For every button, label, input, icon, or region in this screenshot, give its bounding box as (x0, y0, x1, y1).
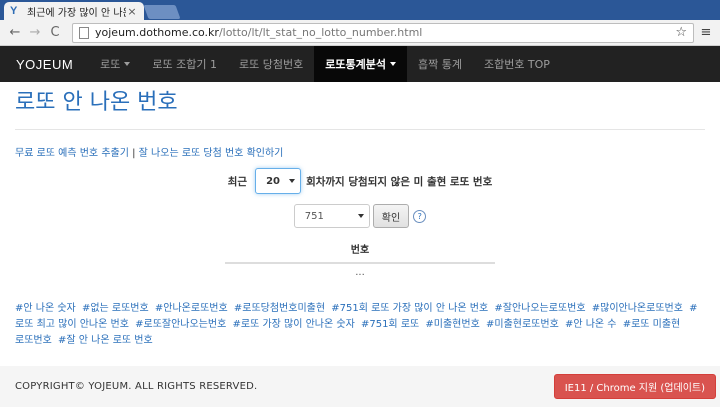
hashtag-link[interactable]: #없는 로또번호 (82, 303, 149, 314)
confirm-button[interactable]: 확인 (372, 204, 410, 228)
brand-logo[interactable]: YOJEUM (0, 46, 89, 82)
browser-menu-icon[interactable]: ≡ (698, 25, 714, 40)
bookmark-star-icon[interactable]: ☆ (675, 25, 687, 40)
back-icon[interactable]: ← (6, 25, 24, 40)
url-path: /lotto/lt/lt_stat_no_lotto_number.html (218, 26, 423, 39)
hashtag-link[interactable]: #안나온로또번호 (155, 303, 228, 314)
numbers-table: 번호 ... (225, 241, 495, 278)
chevron-down-icon (289, 179, 296, 183)
round-row: 751 확인 ? (15, 204, 705, 228)
forward-icon[interactable]: → (26, 25, 44, 40)
predict-link[interactable]: 무료 로또 예측 번호 추출기 (15, 148, 129, 159)
hashtag-link[interactable]: #로또당첨번호미출현 (234, 303, 325, 314)
browser-support-button[interactable]: IE11 / Chrome 지원 (업데이트) (553, 374, 716, 399)
nav-item-combo-top[interactable]: 조합번호 TOP (473, 46, 561, 82)
filter-suffix: 회차까지 당첨되지 않은 미 출현 로또 번호 (306, 175, 493, 188)
table-row: ... (355, 267, 365, 278)
url-input[interactable]: yojeum.dothome.co.kr/lotto/lt/lt_stat_no… (72, 22, 694, 43)
url-domain: yojeum.dothome.co.kr (95, 26, 219, 39)
hashtag-link[interactable]: #로또잘안나오는번호 (135, 319, 226, 330)
round-value: 751 (304, 210, 324, 222)
hashtag-link[interactable]: #잘안나오는로또번호 (494, 303, 585, 314)
chevron-down-icon (357, 214, 364, 218)
recent-count-select[interactable]: 20 (255, 168, 302, 194)
nav-item-label: 로또 당첨번호 (239, 58, 304, 71)
top-links: 무료 로또 예측 번호 추출기 | 잘 나오는 로또 당첨 번호 확인하기 (15, 144, 705, 159)
site-navbar: YOJEUM 로또 로또 조합기 1 로또 당첨번호 로또통계분석 흡짝 통계 … (0, 46, 720, 82)
hashtag-link[interactable]: #751회 로또 가장 많이 안 나온 번호 (331, 303, 488, 314)
hashtag-link[interactable]: #안 나온 수 (565, 319, 617, 330)
browser-tab[interactable]: Y 최근에 가장 많이 안 나온 × (4, 2, 144, 20)
filter-row: 최근 20 회차까지 당첨되지 않은 미 출현 로또 번호 (15, 168, 705, 194)
nav-item-winning-numbers[interactable]: 로또 당첨번호 (228, 46, 314, 82)
filter-prefix: 최근 (227, 175, 248, 188)
caret-down-icon (124, 62, 131, 66)
reload-icon[interactable]: C (46, 25, 64, 40)
hashtag-link[interactable]: #많이안나온로또번호 (592, 303, 683, 314)
page-title: 로또 안 나온 번호 (15, 90, 178, 115)
round-select[interactable]: 751 (293, 204, 370, 228)
new-tab-button[interactable] (143, 5, 181, 19)
hashtag-link[interactable]: #미출현번호 (425, 319, 479, 330)
nav-item-statistics[interactable]: 로또통계분석 (314, 46, 407, 82)
browser-tabstrip: Y 최근에 가장 많이 안 나온 × (0, 0, 720, 20)
hashtag-list: #안 나온 숫자 #없는 로또번호 #안나온로또번호 #로또당첨번호미출현 #7… (15, 301, 705, 349)
copyright-text: COPYRIGHT© YOJEUM. ALL RIGHTS RESERVED. (15, 381, 258, 392)
nav-item-label: 로또통계분석 (325, 58, 386, 71)
footer: COPYRIGHT© YOJEUM. ALL RIGHTS RESERVED. … (0, 366, 720, 407)
nav-item-label: 로또 조합기 1 (152, 58, 218, 71)
hashtag-link[interactable]: #잘 안 나온 로또 번호 (58, 335, 153, 346)
tab-title: 최근에 가장 많이 안 나온 (27, 7, 126, 19)
link-separator: | (132, 148, 136, 159)
nav-item-odd-even[interactable]: 흡짝 통계 (407, 46, 473, 82)
main-content: 로또 안 나온 번호 무료 로또 예측 번호 추출기 | 잘 나오는 로또 당첨… (0, 88, 720, 349)
hashtag-link[interactable]: #751회 로또 (361, 319, 419, 330)
caret-down-icon (389, 62, 396, 66)
divider (15, 129, 705, 130)
address-bar: ← → C yojeum.dothome.co.kr/lotto/lt/lt_s… (0, 20, 720, 46)
nav-item-lotto[interactable]: 로또 (89, 46, 141, 82)
nav-item-combiner[interactable]: 로또 조합기 1 (141, 46, 228, 82)
help-icon[interactable]: ? (413, 209, 427, 223)
check-numbers-link[interactable]: 잘 나오는 로또 당첨 번호 확인하기 (139, 148, 284, 159)
tab-close-icon[interactable]: × (126, 5, 138, 18)
nav-item-label: 흡짝 통계 (417, 58, 462, 71)
hashtag-link[interactable]: #로또 가장 많이 안나온 숫자 (232, 319, 354, 330)
hashtag-link[interactable]: #안 나온 숫자 (15, 303, 76, 314)
nav-item-label: 로또 (100, 58, 121, 71)
hashtag-link[interactable]: #로또 미출현 (623, 319, 681, 330)
nav-item-label: 조합번호 TOP (483, 58, 550, 71)
site-favicon-icon: Y (10, 5, 18, 17)
table-header: 번호 (225, 241, 495, 264)
hashtag-link[interactable]: #미출현로또번호 (486, 319, 559, 330)
page-icon (79, 26, 89, 39)
recent-count-value: 20 (266, 175, 280, 187)
hashtag-link[interactable]: 로또번호 (15, 335, 52, 346)
